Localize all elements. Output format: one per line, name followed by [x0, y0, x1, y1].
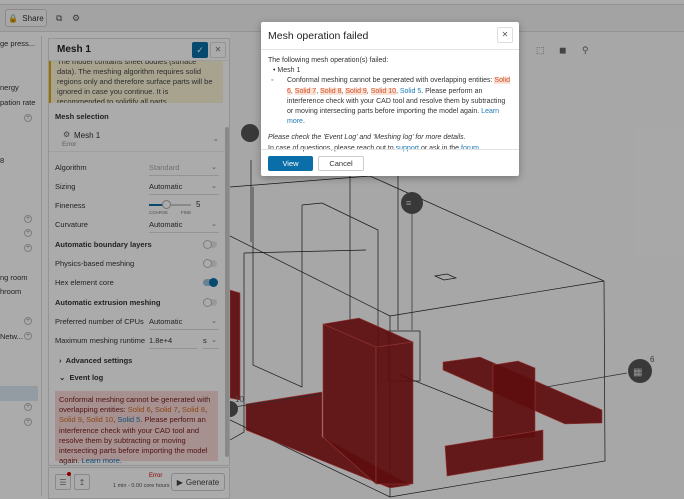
cancel-button[interactable]: Cancel	[318, 156, 364, 171]
error-detail: ◦ Conformal meshing cannot be generated w…	[271, 77, 510, 126]
close-dialog-button[interactable]: ✕	[497, 27, 513, 43]
dialog-title: Mesh operation failed	[261, 22, 519, 50]
view-button[interactable]: View	[268, 156, 313, 171]
mesh-failed-dialog: Mesh operation failed ✕ The following me…	[261, 22, 519, 176]
